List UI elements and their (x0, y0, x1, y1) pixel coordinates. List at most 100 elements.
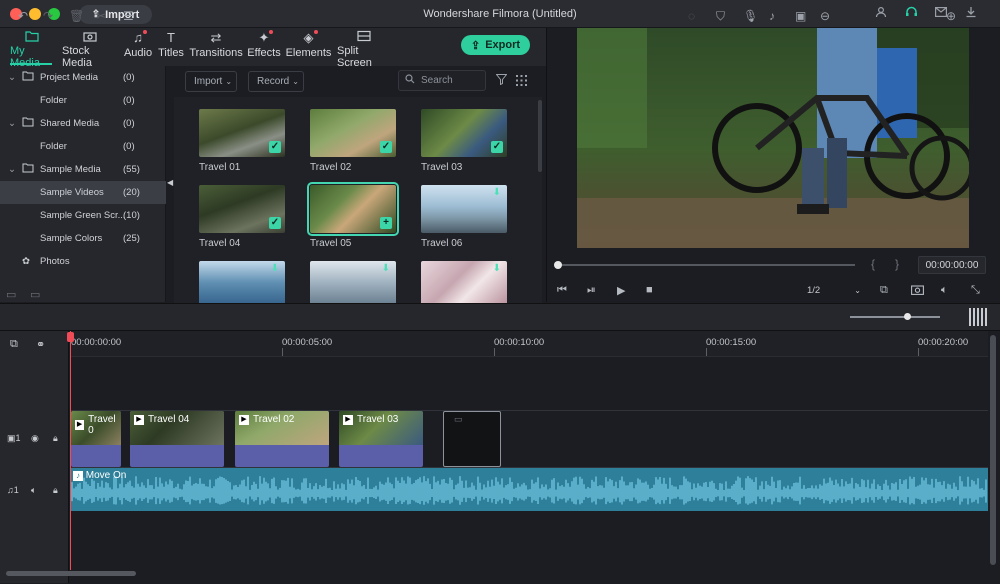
timeline-vertical-scrollbar[interactable] (990, 335, 996, 565)
media-thumbnail[interactable]: ✓ (199, 109, 285, 157)
video-clip[interactable]: ▶ Travel 02 (235, 411, 329, 467)
previous-frame-icon[interactable]: ⏮ (557, 284, 567, 297)
preview-timecode: 00:00:00:00 (918, 256, 986, 274)
play-icon[interactable]: ▶ (617, 284, 625, 297)
video-clip[interactable]: ▶ Travel 04 (130, 411, 224, 467)
download-icon[interactable] (963, 6, 979, 22)
account-icon[interactable] (873, 6, 889, 22)
undo-icon[interactable]: ↶ (18, 9, 28, 23)
tab-split-screen[interactable]: Split Screen (337, 30, 391, 69)
mark-out-icon[interactable]: } (895, 257, 899, 271)
link-icon[interactable]: ⚭ (36, 338, 45, 351)
audio-clip[interactable] (69, 468, 988, 511)
speaker-icon[interactable]: 🔈︎ (31, 485, 36, 496)
filter-icon[interactable] (495, 74, 508, 88)
media-thumbnail[interactable]: ⬇ (421, 185, 507, 233)
media-thumbnail[interactable]: ⬇ (310, 261, 396, 303)
media-thumbnail[interactable]: ✓ (310, 109, 396, 157)
download-arrow-icon[interactable]: ⬇ (493, 263, 501, 274)
sidebar-item-project-media[interactable]: ⌄ Project Media (0) (0, 66, 166, 89)
tab-label: Effects (247, 47, 281, 59)
sidebar-item-photos[interactable]: ✿ Photos (0, 250, 166, 273)
volume-icon[interactable]: 🔈︎ (941, 284, 948, 297)
fullscreen-icon[interactable]: ⤡ (971, 284, 980, 297)
marker-icon[interactable]: ⛉ (716, 9, 725, 24)
ruler-tick-label: 00:00:10:00 (494, 337, 545, 348)
effects-icon: ✦ (259, 30, 274, 47)
record-dropdown[interactable]: Record ⌄ (248, 71, 304, 92)
tab-titles[interactable]: T Titles (158, 30, 184, 64)
sidebar-item-folder[interactable]: Folder (0) (0, 89, 166, 112)
zoom-out-icon[interactable]: ⊖ (820, 9, 830, 23)
delete-trash-icon[interactable]: 🗑︎ (69, 9, 84, 23)
search-input[interactable]: Search (398, 70, 486, 91)
video-clip-icon: ▶ (343, 414, 353, 425)
display-settings-icon[interactable]: ⧉ (880, 284, 888, 297)
media-thumbnail[interactable]: ⬇ (421, 261, 507, 303)
tab-transitions[interactable]: ⇄ Transitions (189, 30, 242, 64)
tab-stock-media[interactable]: Stock Media (62, 30, 117, 69)
add-track-icon[interactable]: ⧉ (10, 338, 18, 351)
lock-icon[interactable]: 🔒︎ (53, 485, 58, 496)
new-folder-icon[interactable]: ▭ (6, 288, 16, 301)
tab-audio[interactable]: ♫ Audio (124, 30, 152, 64)
cut-scissors-icon[interactable]: ✂ (96, 9, 106, 23)
placeholder-clip[interactable]: ▭ (443, 411, 501, 467)
media-grid: ✓ Travel 01 ✓ Travel 02 ✓ Travel 03 ✓ Tr… (174, 97, 542, 303)
render-icon[interactable]: ◌ (688, 9, 695, 23)
lock-icon[interactable]: 🔒︎ (53, 433, 58, 444)
subtitle-icon[interactable]: ▣ (795, 9, 806, 23)
support-headset-icon[interactable] (903, 6, 919, 22)
download-arrow-icon[interactable]: ⬇ (271, 263, 279, 274)
stop-icon[interactable]: ■ (646, 284, 653, 296)
download-arrow-icon[interactable]: ⬇ (382, 263, 390, 274)
split-screen-icon (357, 30, 371, 45)
grid-view-icon[interactable] (516, 75, 527, 89)
zoom-in-icon[interactable]: ⊕ (946, 9, 956, 23)
media-thumbnail-selected[interactable]: + (307, 182, 399, 236)
sidebar-item-shared-media[interactable]: ⌄ Shared Media (0) (0, 112, 166, 135)
sidebar-item-sample-colors[interactable]: Sample Colors (25) (0, 227, 166, 250)
search-icon (405, 74, 415, 87)
download-arrow-icon[interactable]: ⬇ (493, 187, 501, 198)
audio-mixer-icon[interactable]: ♪ (769, 9, 775, 23)
eye-visibility-icon[interactable]: ◉ (31, 433, 39, 444)
ruler-tick (918, 348, 919, 356)
video-clip[interactable]: ▶ Travel 03 (339, 411, 423, 467)
mark-in-icon[interactable]: { (871, 257, 875, 271)
add-to-timeline-icon[interactable]: + (380, 217, 392, 229)
redo-icon[interactable]: ↷ (43, 9, 53, 23)
step-forward-icon[interactable]: ⏯ (587, 284, 596, 297)
export-button[interactable]: ⇪ Export (461, 35, 530, 55)
tab-effects[interactable]: ✦ Effects (247, 30, 281, 64)
media-thumbnail[interactable]: ⬇ (199, 261, 285, 303)
sidebar-item-sample-videos[interactable]: Sample Videos (20) (0, 181, 166, 204)
tab-elements[interactable]: ◈ Elements (286, 30, 331, 64)
collapse-sidebar-arrow-icon[interactable]: ◀ (167, 178, 173, 187)
snapshot-camera-icon[interactable] (911, 284, 924, 298)
ruler-tick-label: 00:00:20:00 (918, 337, 969, 348)
zoom-slider-handle[interactable] (904, 313, 911, 320)
video-clip[interactable]: ▶ Travel 0 (71, 411, 121, 467)
fit-timeline-icon[interactable] (969, 308, 989, 326)
import-dropdown[interactable]: Import ⌄ (185, 71, 237, 92)
sidebar-item-folder[interactable]: Folder (0) (0, 135, 166, 158)
seek-handle[interactable] (554, 261, 562, 269)
playhead-handle[interactable] (67, 332, 74, 342)
sidebar-item-sample-green-screen[interactable]: Sample Green Scr... (10) (0, 204, 166, 227)
active-tab-indicator (10, 63, 52, 65)
zoom-slider-track[interactable] (850, 316, 940, 318)
microphone-icon[interactable]: 🎙︎ (743, 9, 758, 23)
adjust-settings-icon[interactable]: ☰ (123, 9, 134, 23)
media-scrollbar[interactable] (538, 100, 542, 172)
sidebar-item-count: (25) (123, 233, 140, 244)
open-folder-icon[interactable]: ▭ (30, 288, 40, 301)
sidebar-item-sample-media[interactable]: ⌄ Sample Media (55) (0, 158, 166, 181)
playhead[interactable] (70, 331, 71, 570)
media-thumbnail[interactable]: ✓ (199, 185, 285, 233)
timeline-horizontal-scrollbar[interactable] (6, 571, 136, 576)
preview-seekbar[interactable] (555, 264, 855, 266)
media-thumbnail[interactable]: ✓ (421, 109, 507, 157)
playback-quality-dropdown[interactable]: 1/2 ⌄ (803, 283, 865, 298)
tab-my-media[interactable]: My Media (10, 30, 53, 69)
